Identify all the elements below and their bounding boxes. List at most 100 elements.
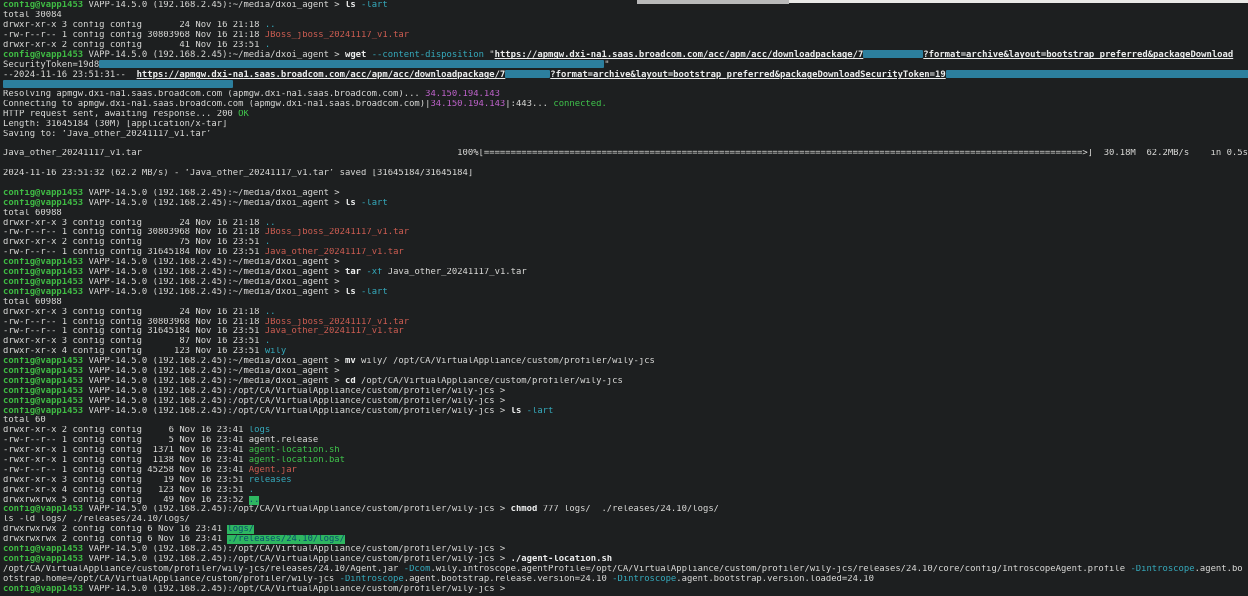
terminal-row: SecurityToken=19d8": [3, 60, 1248, 70]
terminal-text: drwxrwxrwx 2 config config 6 Nov 16 23:4…: [3, 535, 227, 544]
terminal-row: [3, 159, 1248, 169]
terminal-text: /opt/CA/VirtualAppliance/custom/profiler…: [3, 565, 404, 574]
ip-address: 34.150.194.143: [425, 90, 500, 99]
terminal-text: drwxr-xr-x 2 config config 75 Nov 16 23:…: [3, 238, 265, 247]
prompt: config@vapp1453: [3, 505, 83, 514]
command: ls: [345, 288, 361, 297]
option-flag: -Dintroscope: [340, 575, 404, 584]
terminal-row: total 60: [3, 416, 1248, 426]
terminal-row: otstrap.home=/opt/CA/VirtualAppliance/cu…: [3, 575, 1248, 585]
terminal-row: [3, 179, 1248, 189]
prompt: config@vapp1453: [3, 545, 83, 554]
success-text: agent-location.sh: [249, 446, 340, 455]
terminal-row: drwxr-xr-x 2 config config 75 Nov 16 23:…: [3, 238, 1248, 248]
terminal-text: drwxr-xr-x 3 config config 24 Nov 16 21:…: [3, 21, 265, 30]
terminal-row: config@vapp1453 VAPP-14.5.0 (192.168.2.4…: [3, 387, 1248, 397]
terminal-text: drwxrwxrwx 2 config config 6 Nov 16 23:4…: [3, 525, 227, 534]
terminal-row: drwxr-xr-x 4 config config 123 Nov 16 23…: [3, 347, 1248, 357]
command: mv: [345, 357, 361, 366]
terminal-row: drwxrwxrwx 2 config config 6 Nov 16 23:4…: [3, 525, 1248, 535]
terminal-row: drwxr-xr-x 3 config config 87 Nov 16 23:…: [3, 337, 1248, 347]
terminal-text: ls -ld logs/ ./releases/24.10/logs/: [3, 515, 190, 524]
option-flag: -lart: [361, 1, 388, 10]
terminal-screen[interactable]: config@vapp1453 VAPP-14.5.0 (192.168.2.4…: [3, 1, 1248, 596]
redaction-box: [863, 50, 923, 58]
terminal-text: VAPP-14.5.0 (192.168.2.45):~/media/dxoi_…: [83, 377, 345, 386]
terminal-text: -rw-r--r-- 1 config config 30803968 Nov …: [3, 318, 265, 327]
prompt: config@vapp1453: [3, 189, 83, 198]
terminal-row: ls -ld logs/ ./releases/24.10/logs/: [3, 515, 1248, 525]
terminal-text: VAPP-14.5.0 (192.168.2.45):/opt/CA/Virtu…: [83, 585, 510, 594]
terminal-row: Resolving apmgw.dxi-na1.saas.broadcom.co…: [3, 90, 1248, 100]
prompt: config@vapp1453: [3, 1, 83, 10]
command: ls: [345, 199, 361, 208]
terminal-row: total 30084: [3, 11, 1248, 21]
prompt: config@vapp1453: [3, 258, 83, 267]
terminal-row: --2024-11-16 23:51:31-- https://apmgw.dx…: [3, 70, 1248, 80]
url[interactable]: https://apmgw.dxi-na1.saas.broadcom.com/…: [137, 70, 506, 80]
terminal-row: config@vapp1453 VAPP-14.5.0 (192.168.2.4…: [3, 278, 1248, 288]
terminal-row: Saving to: ‘Java_other_20241117_v1.tar’: [3, 130, 1248, 140]
terminal-text: drwxr-xr-x 3 config config 24 Nov 16 21:…: [3, 219, 265, 228]
terminal-row: config@vapp1453 VAPP-14.5.0 (192.168.2.4…: [3, 189, 1248, 199]
directory-name: wily: [265, 347, 286, 356]
terminal-text: -rw-r--r-- 1 config config 5 Nov 16 23:4…: [3, 436, 318, 445]
terminal-row: Java_other_20241117_v1.tar 100%[========…: [3, 149, 1248, 159]
terminal-text: VAPP-14.5.0 (192.168.2.45):~/media/dxoi_…: [83, 199, 345, 208]
terminal-text: otstrap.home=/opt/CA/VirtualAppliance/cu…: [3, 575, 340, 584]
prompt: config@vapp1453: [3, 268, 83, 277]
option-flag: --content-disposition: [372, 50, 490, 60]
url[interactable]: ?format=archive&layout=bootstrap_preferr…: [923, 50, 1233, 60]
highlighted-directory: logs/: [227, 525, 254, 534]
terminal-text: wily/ /opt/CA/VirtualAppliance/custom/pr…: [361, 357, 655, 366]
prompt: config@vapp1453: [3, 288, 83, 297]
terminal-text: -rw-r--r-- 1 config config 31645184 Nov …: [3, 327, 265, 336]
terminal-text: VAPP-14.5.0 (192.168.2.45):/opt/CA/Virtu…: [83, 505, 510, 514]
ip-address: 34.150.194.143: [430, 100, 505, 109]
terminal-text: drwxr-xr-x 3 config config 24 Nov 16 21:…: [3, 308, 265, 317]
terminal-text: .agent.bootstrap.version.loaded=24.10: [676, 575, 874, 584]
scrollbar-track[interactable]: [789, 0, 1248, 3]
url[interactable]: https://apmgw.dxi-na1.saas.broadcom.com/…: [495, 50, 864, 60]
option-flag: -Dcom: [404, 565, 431, 574]
archive-filename: JBoss_jboss_20241117_v1.tar: [265, 228, 409, 237]
scrollbar-thumb[interactable]: [637, 0, 789, 4]
terminal-text: -rwxr-xr-x 1 config config 1138 Nov 16 2…: [3, 456, 249, 465]
command: ls: [511, 407, 527, 416]
success-text: connected.: [553, 100, 606, 109]
terminal-row: /opt/CA/VirtualAppliance/custom/profiler…: [3, 565, 1248, 575]
terminal-window: config@vapp1453 VAPP-14.5.0 (192.168.2.4…: [0, 0, 1248, 596]
terminal-row: config@vapp1453 VAPP-14.5.0 (192.168.2.4…: [3, 367, 1248, 377]
terminal-row: config@vapp1453 VAPP-14.5.0 (192.168.2.4…: [3, 357, 1248, 367]
terminal-text: HTTP request sent, awaiting response... …: [3, 110, 238, 119]
terminal-row: drwxrwxrwx 5 config config 49 Nov 16 23:…: [3, 496, 1248, 506]
command: cd: [345, 377, 361, 386]
terminal-row: config@vapp1453 VAPP-14.5.0 (192.168.2.4…: [3, 505, 1248, 515]
terminal-row: drwxr-xr-x 2 config config 41 Nov 16 23:…: [3, 41, 1248, 51]
terminal-row: [3, 139, 1248, 149]
archive-filename: JBoss_jboss_20241117_v1.tar: [265, 318, 409, 327]
directory-name: .: [249, 486, 254, 495]
terminal-text: total 60988: [3, 209, 62, 218]
terminal-text: VAPP-14.5.0 (192.168.2.45):~/media/dxoi_…: [83, 268, 345, 277]
terminal-row: -rwxr-xr-x 1 config config 1138 Nov 16 2…: [3, 456, 1248, 466]
terminal-row: config@vapp1453 VAPP-14.5.0 (192.168.2.4…: [3, 288, 1248, 298]
command: tar: [345, 268, 366, 277]
terminal-row: config@vapp1453 VAPP-14.5.0 (192.168.2.4…: [3, 585, 1248, 595]
url[interactable]: ?format=archive&layout=bootstrap_preferr…: [550, 70, 945, 80]
terminal-text: |:443...: [505, 100, 553, 109]
terminal-text: Resolving apmgw.dxi-na1.saas.broadcom.co…: [3, 90, 425, 99]
command: ls: [345, 1, 361, 10]
terminal-text: drwxr-xr-x 2 config config 6 Nov 16 23:4…: [3, 426, 249, 435]
directory-name: ..: [265, 21, 276, 30]
prompt: config@vapp1453: [3, 367, 83, 376]
terminal-text: VAPP-14.5.0 (192.168.2.45):~/media/dxoi_…: [83, 50, 345, 60]
terminal-text: drwxr-xr-x 3 config config 87 Nov 16 23:…: [3, 337, 265, 346]
archive-filename: JBoss_jboss_20241117_v1.tar: [265, 31, 409, 40]
terminal-row: -rwxr-xr-x 1 config config 1371 Nov 16 2…: [3, 446, 1248, 456]
terminal-row: drwxrwxrwx 2 config config 6 Nov 16 23:4…: [3, 535, 1248, 545]
archive-filename: Java_other_20241117_v1.tar: [265, 248, 404, 257]
terminal-text: VAPP-14.5.0 (192.168.2.45):~/media/dxoi_…: [83, 288, 345, 297]
terminal-row: config@vapp1453 VAPP-14.5.0 (192.168.2.4…: [3, 555, 1248, 565]
terminal-text: -rw-r--r-- 1 config config 31645184 Nov …: [3, 248, 265, 257]
